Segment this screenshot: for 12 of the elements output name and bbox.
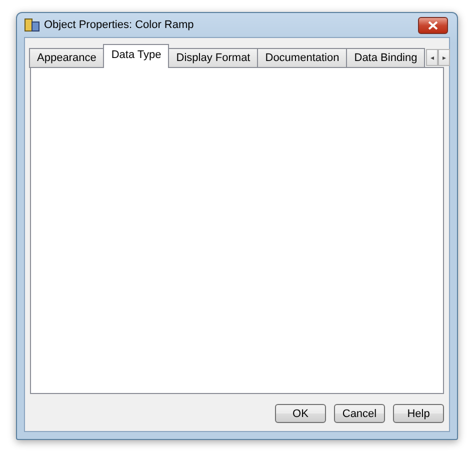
tab[interactable]: Documentation <box>257 48 348 68</box>
close-button[interactable] <box>418 16 448 34</box>
dialog-button[interactable]: Cancel <box>334 404 385 423</box>
tab[interactable]: Display Format <box>168 48 258 68</box>
window-title: Object Properties: Color Ramp <box>44 19 195 31</box>
app-icon <box>24 18 40 32</box>
close-icon <box>428 20 438 30</box>
tab[interactable]: Data Binding <box>346 48 426 68</box>
dialog-button[interactable]: Help <box>393 404 444 423</box>
dialog-button[interactable]: OK <box>275 404 326 423</box>
tab[interactable]: Data Type <box>103 44 170 68</box>
tab[interactable]: Appearance <box>29 48 104 68</box>
